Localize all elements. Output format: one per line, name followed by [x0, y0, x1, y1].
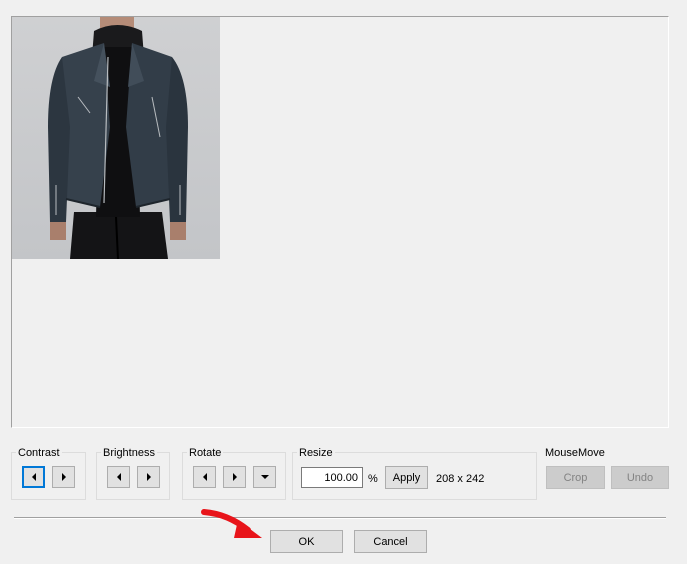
- rotate-right-button[interactable]: [223, 466, 246, 488]
- dialog-separator: [14, 517, 666, 519]
- contrast-increase-button[interactable]: [52, 466, 75, 488]
- triangle-right-icon: [232, 473, 237, 481]
- brightness-increase-button[interactable]: [137, 466, 160, 488]
- rotate-left-button[interactable]: [193, 466, 216, 488]
- cancel-button[interactable]: Cancel: [354, 530, 427, 553]
- ok-button[interactable]: OK: [270, 530, 343, 553]
- resize-percent-input[interactable]: [301, 467, 363, 488]
- contrast-label: Contrast: [16, 447, 62, 459]
- rotate-label: Rotate: [187, 447, 224, 459]
- undo-button[interactable]: Undo: [611, 466, 669, 489]
- image-canvas[interactable]: [11, 16, 669, 428]
- triangle-left-icon: [202, 473, 207, 481]
- image-dimensions: 208 x 242: [436, 473, 485, 485]
- triangle-down-icon: [260, 475, 269, 479]
- triangle-left-icon: [116, 473, 121, 481]
- mousemove-label: MouseMove: [545, 447, 605, 459]
- triangle-left-icon: [31, 473, 36, 481]
- resize-percent-unit: %: [368, 473, 378, 485]
- resize-label: Resize: [297, 447, 335, 459]
- image-preview[interactable]: [12, 17, 220, 259]
- red-arrow-icon: [201, 509, 262, 538]
- triangle-right-icon: [61, 473, 66, 481]
- crop-button[interactable]: Crop: [546, 466, 605, 489]
- rotate-menu-button[interactable]: [253, 466, 276, 488]
- apply-button[interactable]: Apply: [385, 466, 428, 489]
- brightness-decrease-button[interactable]: [107, 466, 130, 488]
- triangle-right-icon: [146, 473, 151, 481]
- contrast-decrease-button[interactable]: [22, 466, 45, 488]
- jacket-photo: [48, 17, 188, 259]
- brightness-label: Brightness: [101, 447, 157, 459]
